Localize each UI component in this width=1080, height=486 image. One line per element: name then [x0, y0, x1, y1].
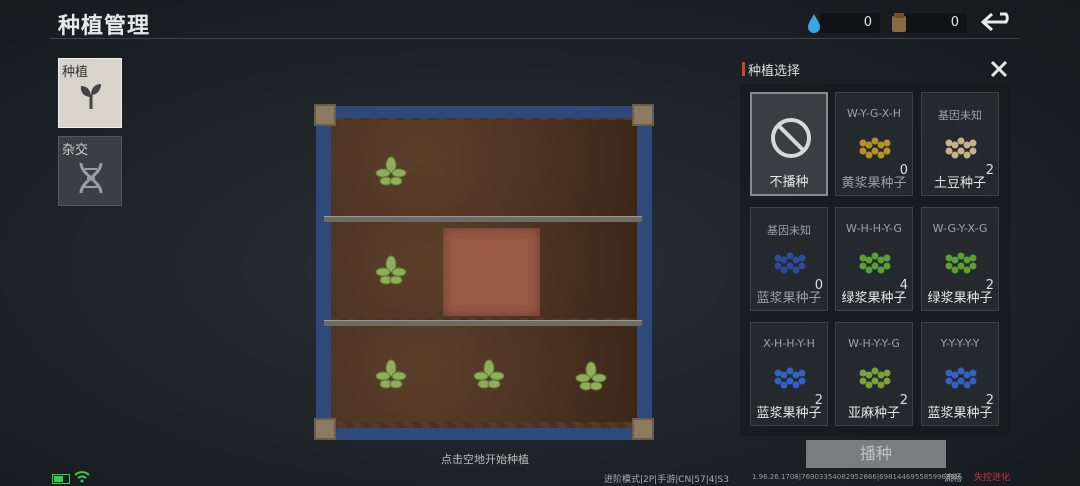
no-plant-icon [771, 118, 811, 158]
seed-gene-code: W-H-H-Y-G [846, 222, 902, 235]
tab-planting[interactable]: 种植 [58, 58, 122, 128]
seed-pile-icon [945, 137, 977, 159]
fertilizer-bag-icon [892, 13, 906, 32]
seed-pile-icon [774, 367, 806, 389]
crop-plant-icon[interactable] [374, 254, 408, 288]
game-mode-info: 进阶模式|2P|手游|CN|57|4|S3 [604, 475, 729, 485]
panel-title-accent [742, 62, 745, 76]
tab-crossbreed-label: 杂交 [62, 143, 89, 158]
crop-plant-icon[interactable] [574, 360, 608, 394]
game-logo: 失控进化 [974, 473, 1011, 483]
fertilizer-counter: 0 [905, 13, 967, 33]
seed-card[interactable]: W-Y-G-X-H 0 黄浆果种子 [835, 92, 913, 196]
selected-empty-plot[interactable] [443, 228, 540, 316]
seed-name: 蓝浆果种子 [927, 406, 993, 421]
dna-icon [79, 162, 103, 194]
seed-card[interactable]: 不播种 [750, 92, 828, 196]
seed-card[interactable]: Y-Y-Y-Y-Y 2 蓝浆果种子 [921, 322, 999, 426]
wifi-icon [74, 471, 90, 483]
page-title: 种植管理 [58, 14, 151, 39]
seed-name: 土豆种子 [933, 176, 986, 191]
fluency-indicator: 流畅 [944, 474, 963, 484]
seed-name: 黄浆果种子 [841, 176, 907, 191]
seed-gene-code: 基因未知 [767, 224, 811, 237]
frame-corner [632, 104, 654, 126]
seed-card[interactable]: X-H-H-Y-H 2 蓝浆果种子 [750, 322, 828, 426]
crop-plant-icon[interactable] [472, 358, 506, 392]
sprout-icon [80, 84, 101, 109]
seed-name: 蓝浆果种子 [756, 406, 822, 421]
back-arrow-icon[interactable] [980, 11, 1018, 33]
crop-plant-icon[interactable] [374, 155, 408, 189]
field-hint: 点击空地开始种植 [441, 453, 529, 466]
seed-gene-code: W-H-Y-Y-G [848, 337, 900, 350]
seed-gene-code: W-Y-G-X-H [846, 107, 902, 120]
header-divider [50, 38, 1020, 39]
seed-gene-code: X-H-H-Y-H [763, 337, 815, 350]
frame-corner [314, 104, 336, 126]
seed-name: 蓝浆果种子 [756, 291, 822, 306]
battery-icon [52, 474, 70, 484]
seed-name: 亚麻种子 [847, 406, 900, 421]
seed-card[interactable]: 基因未知 2 土豆种子 [921, 92, 999, 196]
row-divider [324, 320, 642, 326]
seed-pile-icon [945, 252, 977, 274]
row-divider [324, 216, 642, 222]
seed-card[interactable]: W-H-H-Y-G 4 绿浆果种子 [835, 207, 913, 311]
water-count: 0 [863, 15, 872, 30]
seed-card[interactable]: W-G-Y-X-G 2 绿浆果种子 [921, 207, 999, 311]
seed-pile-icon [945, 367, 977, 389]
close-icon[interactable] [990, 60, 1008, 78]
tab-crossbreed[interactable]: 杂交 [58, 136, 122, 206]
seed-gene-code: Y-Y-Y-Y-Y [940, 337, 980, 350]
seed-name: 不播种 [769, 175, 809, 190]
plant-button[interactable]: 播种 [806, 440, 946, 468]
seed-pile-icon [859, 367, 891, 389]
version-info: 1.96.26.1708|76903354082952666|698144695… [752, 473, 955, 481]
tab-planting-label: 种植 [62, 65, 89, 80]
water-drop-icon [808, 14, 820, 33]
water-counter: 0 [820, 13, 880, 33]
seed-pile-icon [774, 252, 806, 274]
seed-name: 绿浆果种子 [841, 291, 907, 306]
seed-card[interactable]: 基因未知 0 蓝浆果种子 [750, 207, 828, 311]
crop-plant-icon[interactable] [374, 358, 408, 392]
seed-pile-icon [859, 252, 891, 274]
frame-corner [314, 418, 336, 440]
seed-gene-code: 基因未知 [938, 109, 982, 122]
seed-card[interactable]: W-H-Y-Y-G 2 亚麻种子 [835, 322, 913, 426]
fertilizer-count: 0 [950, 15, 959, 30]
seed-pile-icon [859, 137, 891, 159]
frame-corner [632, 418, 654, 440]
seed-gene-code: W-G-Y-X-G [932, 222, 988, 235]
seed-name: 绿浆果种子 [927, 291, 993, 306]
panel-title: 种植选择 [748, 64, 801, 79]
